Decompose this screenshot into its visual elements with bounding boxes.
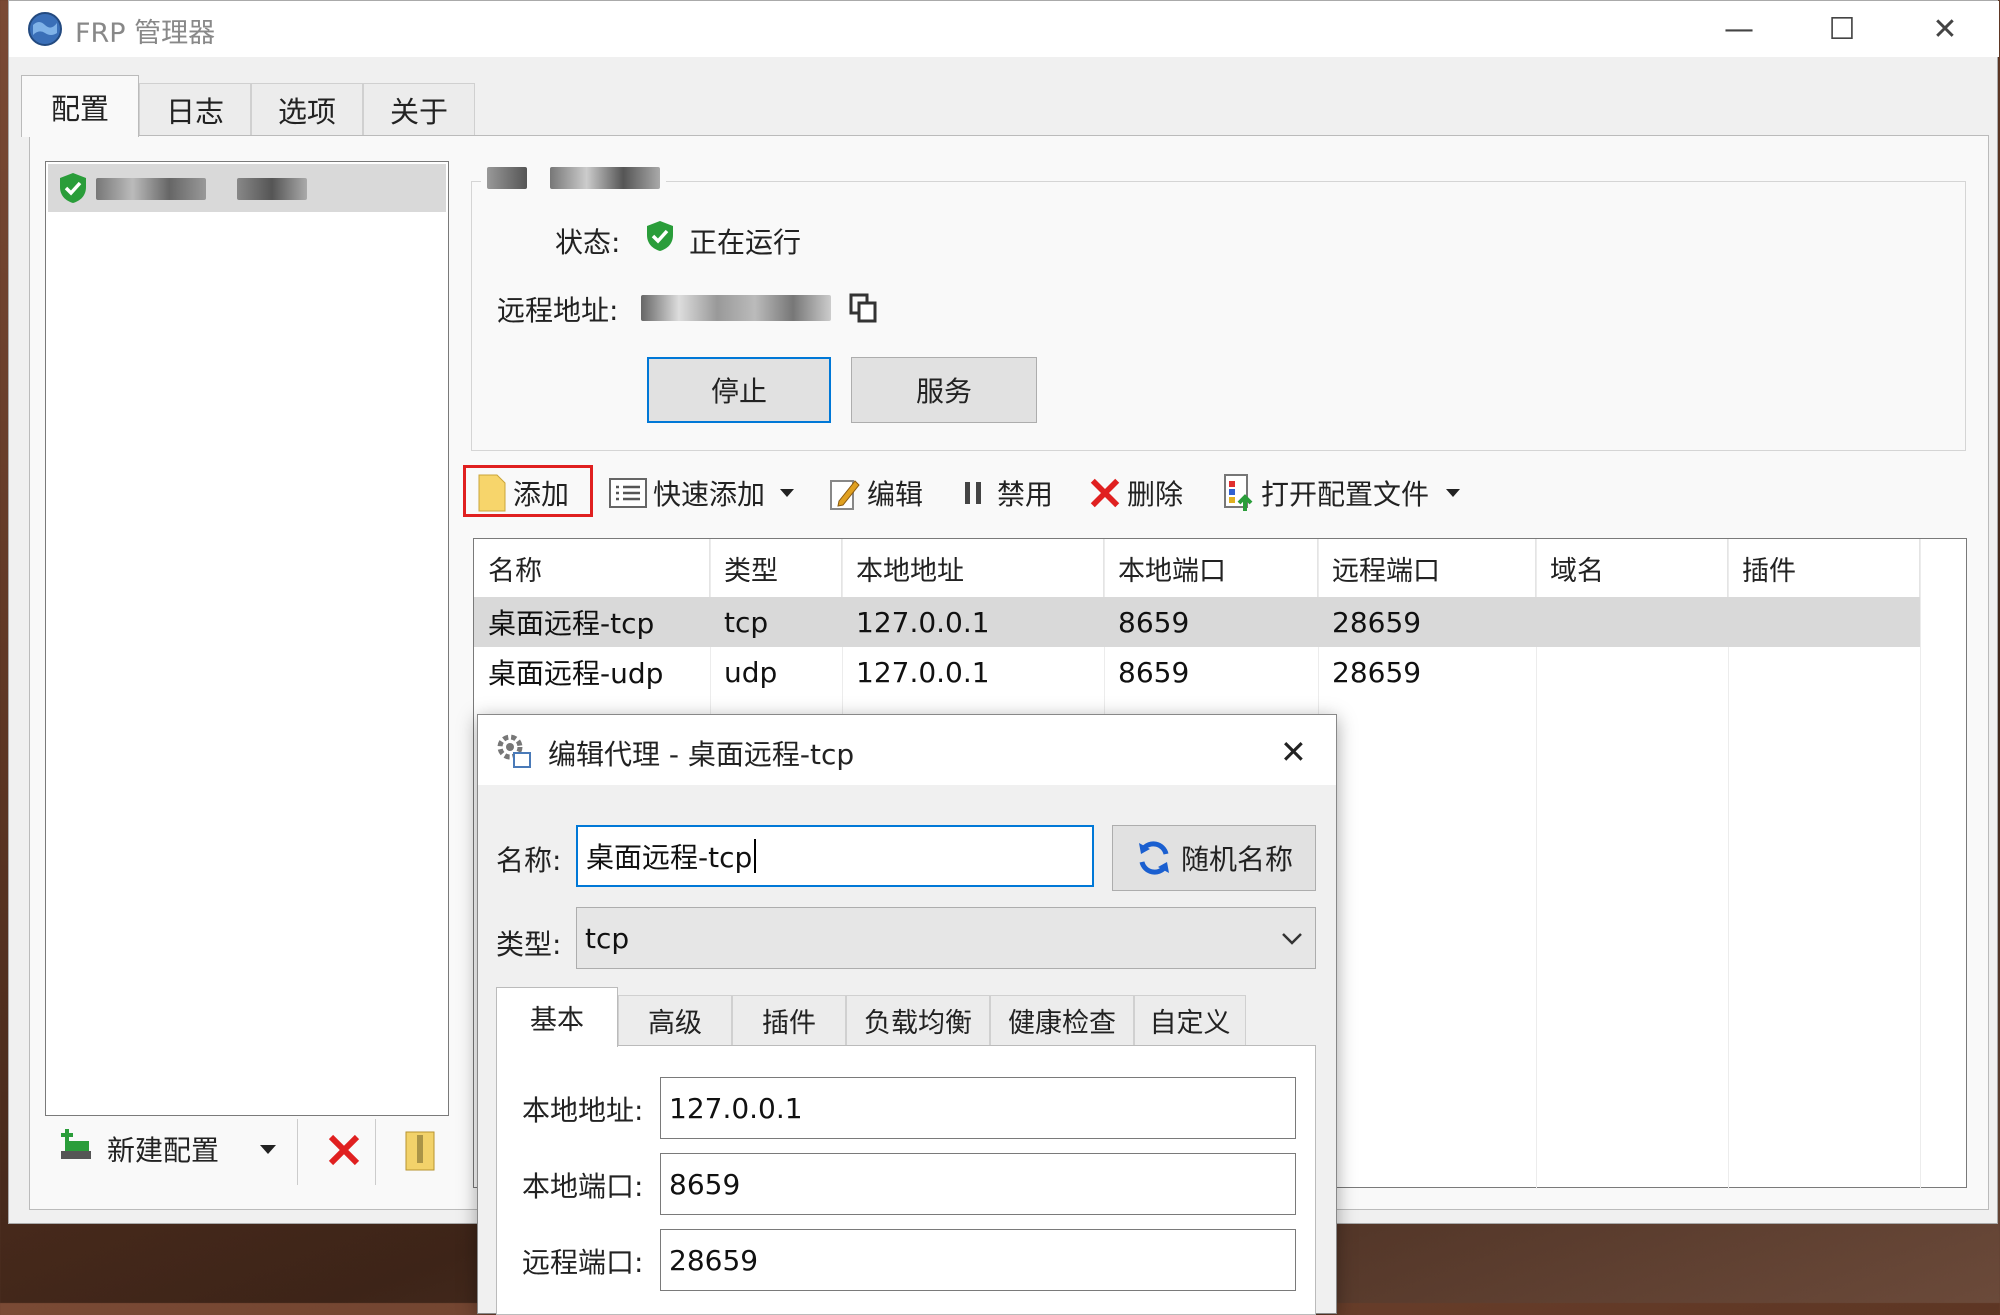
edit-proxy-dialog: 编辑代理 - 桌面远程-tcp ✕ 名称: 桌面远程-tcp 随机名称 类型: …: [477, 714, 1337, 1315]
tab-custom[interactable]: 自定义: [1134, 995, 1246, 1045]
disable-label: 禁用: [997, 478, 1054, 511]
cell-type: udp: [724, 655, 778, 689]
shield-check-icon: [58, 172, 88, 208]
dialog-title-bar: 编辑代理 - 桌面远程-tcp ✕: [478, 715, 1336, 785]
tab-options[interactable]: 选项: [251, 83, 363, 135]
column-header-plugin[interactable]: 插件: [1728, 539, 1920, 597]
local-address-input[interactable]: 127.0.0.1: [660, 1077, 1296, 1139]
tab-load-balance[interactable]: 负载均衡: [846, 995, 990, 1045]
cell-name: 桌面远程-udp: [488, 657, 664, 690]
delete-label: 删除: [1127, 478, 1184, 511]
chevron-down-icon: [780, 489, 795, 497]
config-name-redacted: [96, 178, 308, 204]
window-title: FRP 管理器: [75, 18, 216, 49]
dialog-title: 编辑代理 - 桌面远程-tcp: [548, 738, 855, 771]
remote-address-redacted: [641, 295, 831, 325]
add-button[interactable]: 添加: [477, 469, 569, 517]
open-config-file-button[interactable]: 打开配置文件: [1223, 469, 1467, 517]
table-row[interactable]: 桌面远程-udp udp 127.0.0.1 8659 28659: [474, 647, 1920, 697]
quick-add-button[interactable]: 快速添加: [609, 469, 801, 517]
gear-icon: [494, 731, 532, 773]
tab-log[interactable]: 日志: [139, 83, 251, 135]
status-value: 正在运行: [689, 226, 802, 259]
group-title-redacted: [481, 167, 667, 193]
chevron-down-icon: [1446, 489, 1461, 497]
title-bar: FRP 管理器 — ☐ ✕: [9, 1, 1999, 57]
name-label: 名称:: [496, 844, 562, 877]
cell-name: 桌面远程-tcp: [488, 607, 655, 640]
tab-basic[interactable]: 基本: [496, 987, 618, 1047]
zip-archive-icon[interactable]: [405, 1131, 435, 1175]
new-config-button[interactable]: 新建配置: [107, 1129, 219, 1169]
pause-icon: [965, 482, 981, 504]
cell-type: tcp: [724, 605, 769, 639]
column-header-type[interactable]: 类型: [710, 539, 842, 597]
type-label: 类型:: [496, 928, 562, 961]
column-header-remote-port[interactable]: 远程端口: [1318, 539, 1536, 597]
open-file-icon: [1224, 474, 1253, 511]
local-address-label: 本地地址:: [522, 1094, 644, 1127]
column-header-domain[interactable]: 域名: [1536, 539, 1728, 597]
column-header-local-port[interactable]: 本地端口: [1104, 539, 1318, 597]
random-name-label: 随机名称: [1180, 843, 1293, 876]
dialog-close-button[interactable]: ✕: [1280, 733, 1307, 771]
cell-local-address: 127.0.0.1: [856, 655, 990, 689]
list-icon: [609, 478, 647, 508]
new-config-dropdown-icon[interactable]: [259, 1141, 277, 1160]
column-header-local-address[interactable]: 本地地址: [842, 539, 1104, 597]
column-header-name[interactable]: 名称: [474, 539, 710, 597]
status-label: 状态:: [555, 226, 621, 259]
delete-button[interactable]: 删除: [1089, 469, 1183, 517]
name-input[interactable]: 桌面远程-tcp: [576, 825, 1094, 887]
type-select[interactable]: tcp: [576, 907, 1316, 969]
random-name-button[interactable]: 随机名称: [1112, 825, 1316, 891]
refresh-icon: [1138, 841, 1169, 875]
stop-button[interactable]: 停止: [647, 357, 831, 423]
copy-icon[interactable]: [849, 293, 877, 327]
tab-config[interactable]: 配置: [21, 75, 139, 137]
tab-advanced[interactable]: 高级: [618, 995, 732, 1045]
quick-add-label: 快速添加: [653, 478, 766, 511]
cell-local-port: 8659: [1118, 655, 1190, 689]
edit-button[interactable]: 编辑: [829, 469, 923, 517]
close-button[interactable]: ✕: [1895, 1, 1995, 57]
config-list-item[interactable]: [48, 164, 446, 212]
edit-label: 编辑: [867, 478, 924, 511]
cell-local-address: 127.0.0.1: [856, 605, 990, 639]
add-label: 添加: [513, 478, 570, 511]
tab-about[interactable]: 关于: [363, 83, 475, 135]
config-list[interactable]: [45, 161, 449, 1116]
add-file-icon: [478, 474, 506, 512]
cell-remote-port: 28659: [1332, 605, 1422, 639]
open-config-file-label: 打开配置文件: [1261, 478, 1430, 511]
toolbar-divider: [375, 1119, 376, 1185]
remote-address-label: 远程地址:: [497, 294, 619, 327]
local-port-label: 本地端口:: [522, 1170, 644, 1203]
type-select-value: tcp: [585, 921, 630, 955]
cell-remote-port: 28659: [1332, 655, 1422, 689]
service-button[interactable]: 服务: [851, 357, 1037, 423]
cell-local-port: 8659: [1118, 605, 1190, 639]
edit-icon: [830, 480, 860, 510]
new-config-icon[interactable]: [57, 1127, 93, 1167]
tab-plugin[interactable]: 插件: [732, 995, 846, 1045]
shield-check-icon: [645, 219, 675, 257]
delete-config-icon[interactable]: [327, 1133, 361, 1171]
name-input-value: 桌面远程-tcp: [586, 841, 753, 874]
chevron-down-icon: [1282, 933, 1302, 945]
toolbar-divider: [297, 1119, 298, 1185]
app-globe-icon: [27, 11, 63, 47]
remote-port-input[interactable]: 28659: [660, 1229, 1296, 1291]
delete-icon: [1090, 478, 1120, 508]
maximize-button[interactable]: ☐: [1792, 1, 1892, 57]
local-port-input[interactable]: 8659: [660, 1153, 1296, 1215]
tab-health-check[interactable]: 健康检查: [990, 995, 1134, 1045]
disable-button[interactable]: 禁用: [963, 469, 1053, 517]
minimize-button[interactable]: —: [1689, 1, 1789, 57]
remote-port-label: 远程端口:: [522, 1246, 644, 1279]
table-row[interactable]: 桌面远程-tcp tcp 127.0.0.1 8659 28659: [474, 597, 1920, 647]
